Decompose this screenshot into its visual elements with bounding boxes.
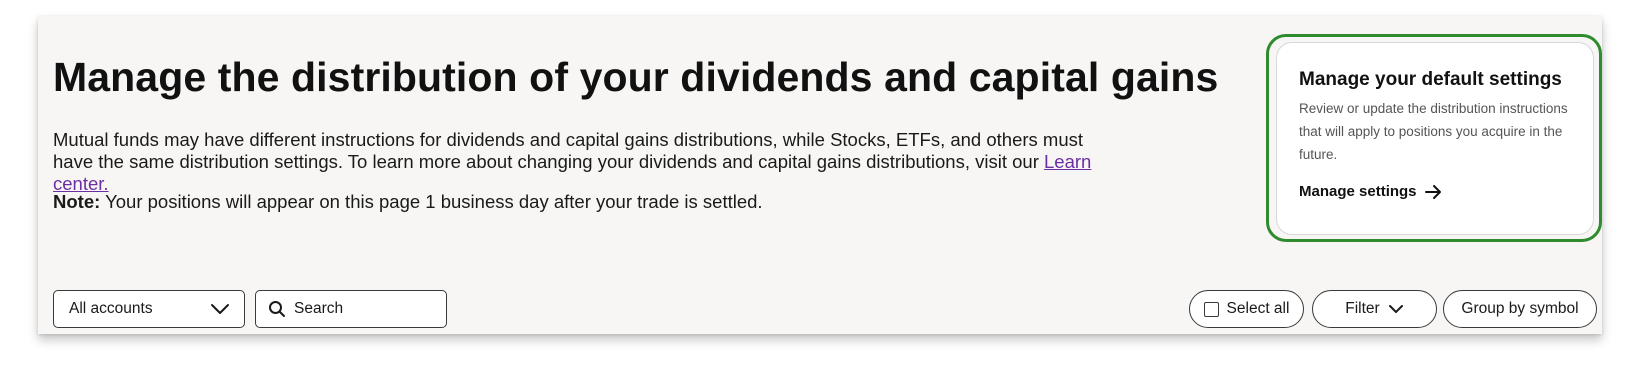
- group-by-symbol-button[interactable]: Group by symbol: [1443, 290, 1597, 328]
- default-settings-card: Manage your default settings Review or u…: [1276, 42, 1594, 235]
- manage-settings-link[interactable]: Manage settings: [1299, 183, 1443, 200]
- settlement-note: Note: Your positions will appear on this…: [53, 191, 763, 213]
- select-all-toggle[interactable]: Select all: [1189, 290, 1304, 328]
- page-description: Mutual funds may have different instruct…: [53, 129, 1123, 195]
- description-text: Mutual funds may have different instruct…: [53, 129, 1084, 172]
- select-all-checkbox[interactable]: [1203, 301, 1219, 317]
- note-label: Note:: [53, 191, 101, 212]
- accounts-dropdown-value: All accounts: [69, 300, 153, 317]
- page-title: Manage the distribution of your dividend…: [53, 54, 1219, 100]
- filter-label: Filter: [1345, 300, 1380, 317]
- search-input[interactable]: [294, 300, 434, 318]
- distribution-panel: Manage the distribution of your dividend…: [38, 16, 1602, 334]
- settings-card-text: Review or update the distribution instru…: [1299, 101, 1568, 162]
- select-all-label: Select all: [1226, 300, 1290, 317]
- filter-button[interactable]: Filter: [1312, 290, 1437, 328]
- accounts-dropdown[interactable]: All accounts: [53, 290, 245, 328]
- arrow-right-icon: [1424, 184, 1441, 199]
- settings-card-title: Manage your default settings: [1299, 69, 1562, 90]
- chevron-down-icon: [1388, 305, 1403, 313]
- search-box[interactable]: [255, 290, 447, 328]
- group-by-symbol-label: Group by symbol: [1461, 300, 1579, 317]
- search-icon: [269, 301, 285, 317]
- chevron-down-icon: [211, 304, 229, 314]
- note-text: Your positions will appear on this page …: [105, 191, 763, 212]
- manage-settings-label: Manage settings: [1299, 183, 1417, 200]
